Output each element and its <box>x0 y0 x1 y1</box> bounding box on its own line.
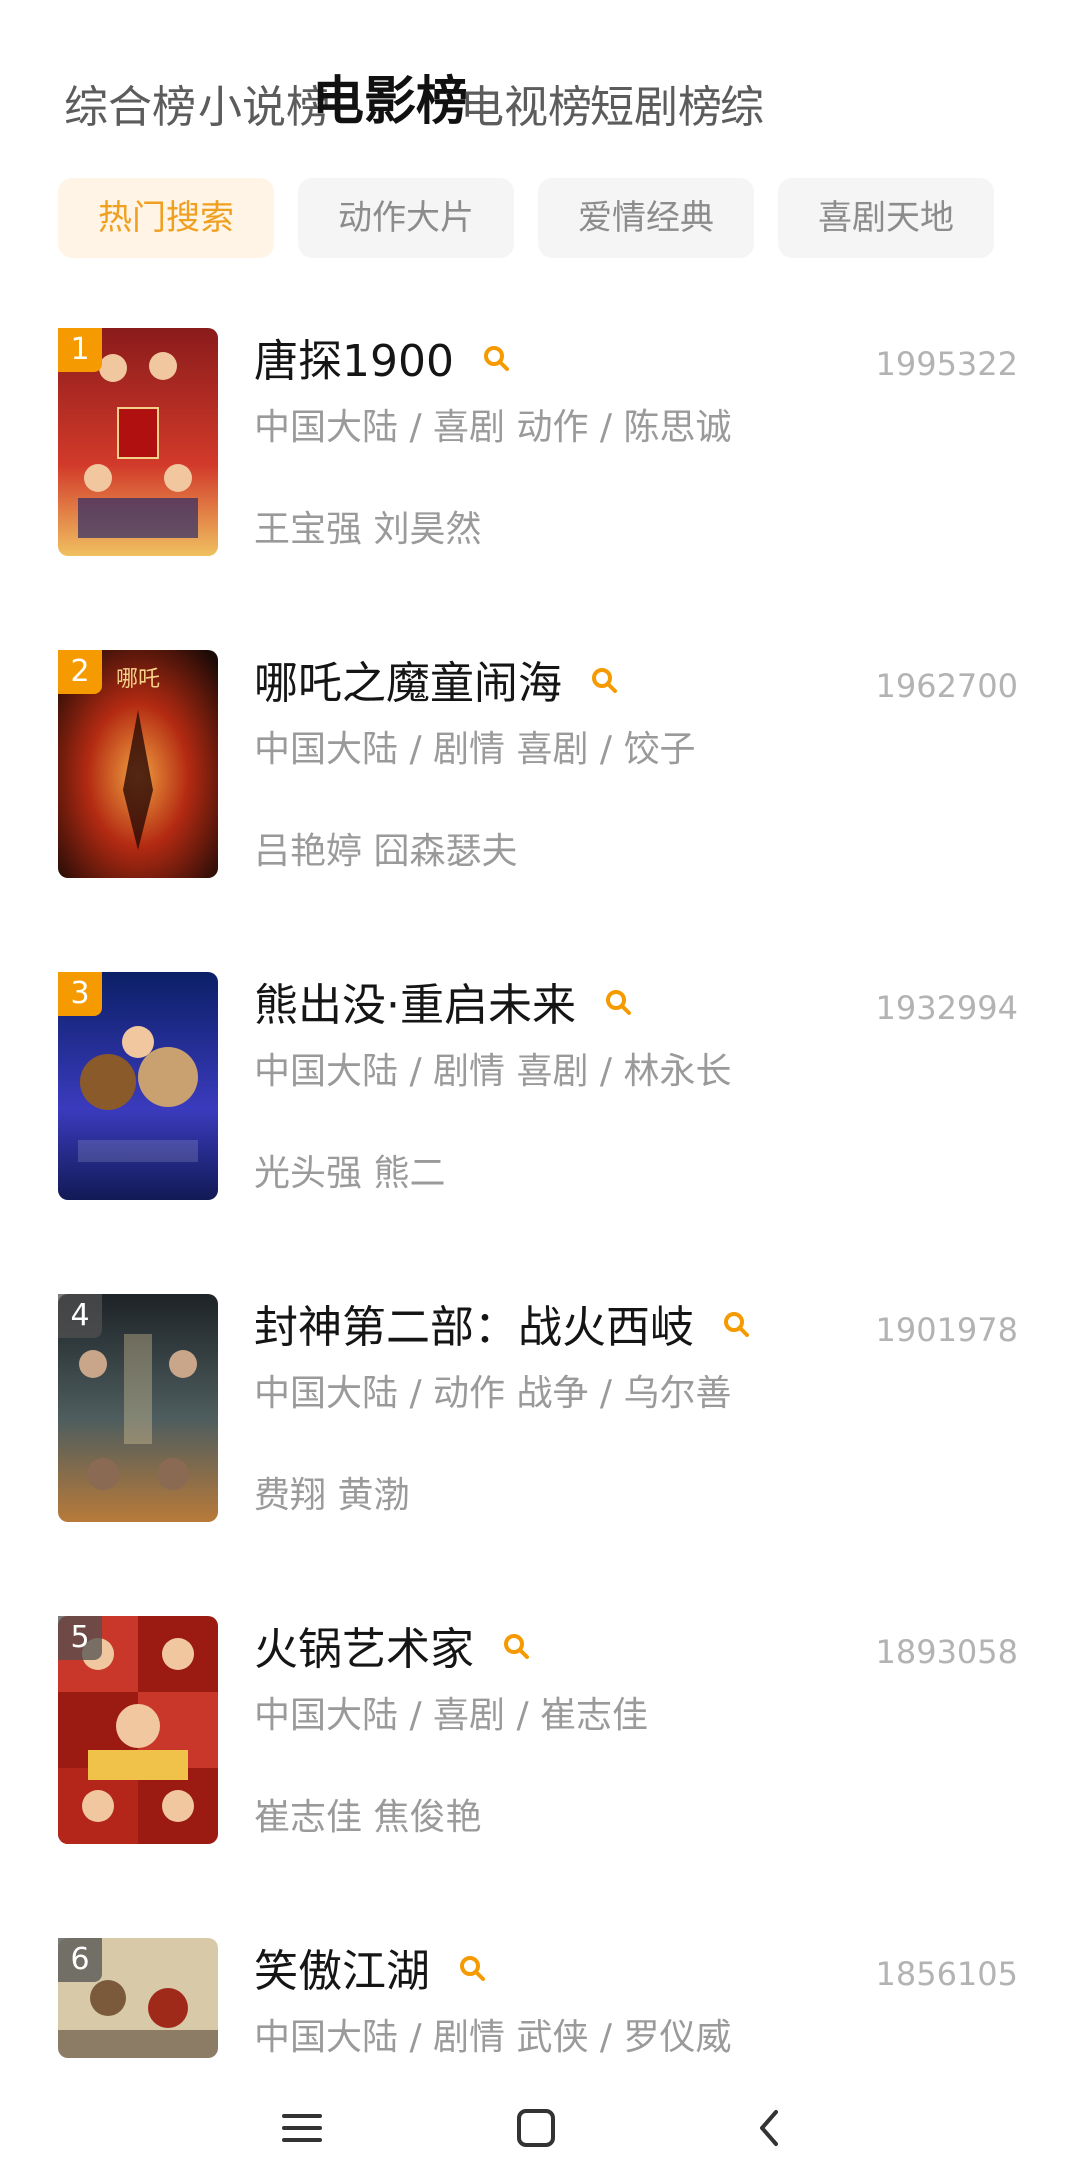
rank-badge: 6 <box>58 1938 102 1982</box>
movie-meta: 中国大陆 / 动作 战争 / 乌尔善 <box>254 1373 732 1414</box>
search-count: 1901978 <box>875 1311 1018 1349</box>
rank-badge: 1 <box>58 328 102 372</box>
back-icon[interactable] <box>730 2088 810 2168</box>
list-item[interactable]: 5 火锅艺术家 1893058 中国大陆 / 喜剧 / 崔志佳 崔志佳 焦俊艳 <box>0 1616 1080 1846</box>
tab-novel[interactable]: 小说榜 <box>198 68 330 148</box>
search-count: 1995322 <box>875 345 1018 383</box>
menu-icon[interactable] <box>262 2088 342 2168</box>
movie-title[interactable]: 唐探1900 <box>254 330 512 394</box>
search-count: 1856105 <box>875 1955 1018 1993</box>
movie-title[interactable]: 火锅艺术家 <box>254 1618 532 1682</box>
search-icon[interactable] <box>604 972 634 1036</box>
search-icon[interactable] <box>590 650 620 714</box>
search-count: 1932994 <box>875 989 1018 1027</box>
movie-cast: 崔志佳 焦俊艳 <box>254 1797 482 1838</box>
chip-romance[interactable]: 爱情经典 <box>538 178 754 258</box>
chip-hot-search[interactable]: 热门搜索 <box>58 178 274 258</box>
movie-title[interactable]: 熊出没·重启未来 <box>254 974 634 1038</box>
movie-title[interactable]: 哪吒之魔童闹海 <box>254 652 620 716</box>
movie-title-text: 火锅艺术家 <box>254 1624 474 1675</box>
search-count: 1962700 <box>875 667 1018 705</box>
search-icon[interactable] <box>458 1938 488 2002</box>
movie-meta: 中国大陆 / 剧情 喜剧 / 林永长 <box>254 1051 732 1092</box>
tab-movie[interactable]: 电影榜 <box>312 68 468 142</box>
chip-comedy[interactable]: 喜剧天地 <box>778 178 994 258</box>
movie-meta: 中国大陆 / 喜剧 动作 / 陈思诚 <box>254 407 732 448</box>
movie-cast: 王宝强 刘昊然 <box>254 509 482 550</box>
movie-meta: 中国大陆 / 剧情 武侠 / 罗仪威 <box>254 2017 732 2058</box>
list-item[interactable]: 1 唐探1900 1995322 中国大陆 / 喜剧 动作 / 陈思诚 王宝强 … <box>0 328 1080 558</box>
tab-short-drama[interactable]: 短剧榜 <box>590 68 722 148</box>
movie-title-text: 哪吒之魔童闹海 <box>254 658 562 709</box>
rank-badge: 3 <box>58 972 102 1016</box>
rank-badge: 2 <box>58 650 102 694</box>
movie-cast: 费翔 黄渤 <box>254 1475 410 1516</box>
movie-meta: 中国大陆 / 喜剧 / 崔志佳 <box>254 1695 649 1736</box>
list-item[interactable]: 4 封神第二部：战火西岐 1901978 中国大陆 / 动作 战争 / 乌尔善 … <box>0 1294 1080 1524</box>
search-icon[interactable] <box>482 328 512 392</box>
search-count: 1893058 <box>875 1633 1018 1671</box>
search-icon[interactable] <box>722 1294 752 1358</box>
tab-tv[interactable]: 电视榜 <box>460 68 592 148</box>
movie-title-text: 封神第二部：战火西岐 <box>254 1302 694 1353</box>
movie-title-text: 笑傲江湖 <box>254 1946 430 1997</box>
rank-badge: 4 <box>58 1294 102 1338</box>
tab-variety[interactable]: 综 <box>720 68 764 148</box>
list-item[interactable]: 哪吒 2 哪吒之魔童闹海 1962700 中国大陆 / 剧情 喜剧 / 饺子 吕… <box>0 650 1080 880</box>
home-icon[interactable] <box>496 2088 576 2168</box>
list-item[interactable]: 3 熊出没·重启未来 1932994 中国大陆 / 剧情 喜剧 / 林永长 光头… <box>0 972 1080 1202</box>
chip-action[interactable]: 动作大片 <box>298 178 514 258</box>
category-tabs: 综合榜 小说榜 电影榜 电视榜 短剧榜 综 <box>64 68 1080 148</box>
movie-title-text: 熊出没·重启未来 <box>254 980 576 1031</box>
movie-title-text: 唐探1900 <box>254 336 454 387</box>
movie-meta: 中国大陆 / 剧情 喜剧 / 饺子 <box>254 729 696 770</box>
tab-overall[interactable]: 综合榜 <box>64 68 196 148</box>
movie-cast: 光头强 熊二 <box>254 1153 446 1194</box>
movie-cast: 吕艳婷 囧森瑟夫 <box>254 831 518 872</box>
rank-badge: 5 <box>58 1616 102 1660</box>
movie-title[interactable]: 笑傲江湖 <box>254 1940 488 2004</box>
search-icon[interactable] <box>502 1616 532 1680</box>
svg-text:哪吒: 哪吒 <box>116 667 160 692</box>
system-nav-bar <box>0 2070 1080 2180</box>
movie-title[interactable]: 封神第二部：战火西岐 <box>254 1296 752 1360</box>
